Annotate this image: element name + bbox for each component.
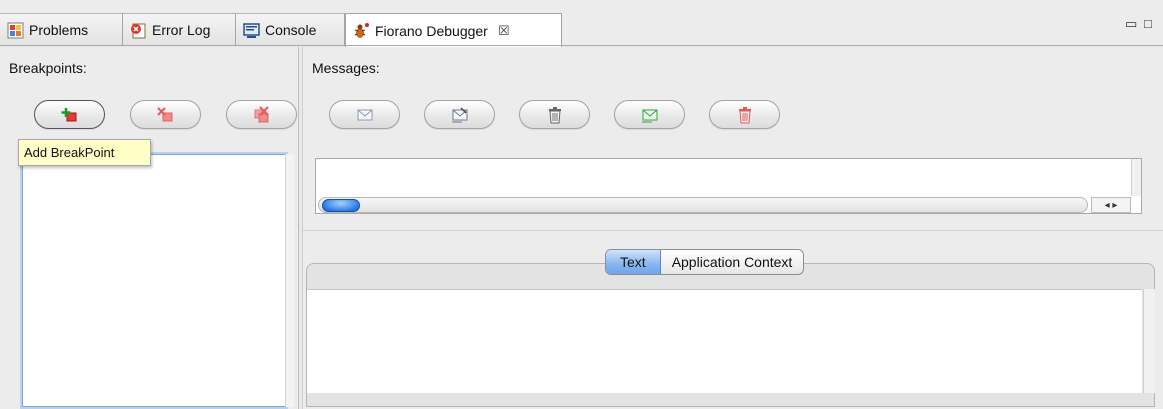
tab-fiorano-debugger[interactable]: Fiorano Debugger ☒	[345, 13, 562, 47]
detail-tab-switcher: Text Application Context	[605, 249, 805, 275]
view-message-button[interactable]	[329, 100, 400, 129]
delete-all-messages-button[interactable]	[709, 100, 780, 129]
remove-all-breakpoints-button[interactable]	[226, 100, 297, 129]
debugger-bug-icon	[353, 22, 370, 39]
add-breakpoint-button[interactable]	[34, 100, 105, 129]
tab-label: Problems	[29, 22, 89, 38]
scrollbar-thumb[interactable]	[322, 199, 360, 212]
edit-message-button[interactable]	[424, 100, 495, 129]
scroll-arrows[interactable]: ◂ ▸	[1091, 197, 1131, 213]
breakpoints-scrollbar[interactable]	[285, 154, 294, 407]
tab-label: Fiorano Debugger	[375, 22, 488, 39]
add-breakpoint-icon	[59, 106, 81, 124]
tab-console[interactable]: Console	[236, 13, 345, 46]
split-divider[interactable]	[303, 230, 1163, 231]
red-trash-icon	[736, 105, 754, 125]
remove-breakpoint-icon	[155, 106, 177, 124]
messages-horizontal-scrollbar[interactable]	[318, 197, 1088, 213]
message-detail-text-area[interactable]	[307, 289, 1142, 393]
close-tab-icon[interactable]: ☒	[498, 23, 510, 39]
remove-all-breakpoints-icon	[251, 105, 273, 124]
messages-vertical-scrollbar[interactable]	[1131, 159, 1141, 196]
breakpoints-title: Breakpoints:	[9, 60, 87, 76]
tabbar-divider	[0, 45, 1163, 46]
tab-error-log[interactable]: Error Log	[123, 13, 236, 46]
remove-breakpoint-button[interactable]	[130, 100, 201, 129]
messages-title: Messages:	[312, 60, 380, 76]
error-log-icon	[130, 22, 147, 39]
detail-vertical-scrollbar[interactable]	[1143, 289, 1155, 393]
messages-list[interactable]: ◂ ▸	[315, 158, 1142, 214]
breakpoints-pane: Breakpoints: Add BreakPoint	[0, 47, 299, 409]
tab-label: Console	[265, 22, 317, 38]
maximize-view-icon[interactable]: □	[1144, 16, 1152, 31]
breakpoints-list[interactable]	[22, 154, 286, 407]
add-breakpoint-tooltip: Add BreakPoint	[18, 139, 151, 166]
send-envelope-icon	[639, 106, 661, 124]
delete-message-button[interactable]	[519, 100, 590, 129]
envelope-icon	[355, 107, 375, 123]
tab-text[interactable]: Text	[606, 250, 661, 274]
tab-application-context[interactable]: Application Context	[661, 250, 804, 274]
trash-icon	[546, 105, 564, 125]
tab-problems[interactable]: Problems	[0, 13, 123, 46]
minimize-view-icon[interactable]: ▭	[1125, 16, 1137, 32]
console-icon	[243, 22, 260, 39]
tab-label: Error Log	[152, 22, 211, 38]
messages-pane: Messages: ◂ ▸ Text Application Context	[302, 47, 1163, 409]
edit-envelope-icon	[449, 106, 471, 124]
problems-icon	[7, 22, 24, 39]
view-tab-bar: Problems Error Log Console Fiorano Debug…	[0, 0, 1163, 47]
send-message-button[interactable]	[614, 100, 685, 129]
